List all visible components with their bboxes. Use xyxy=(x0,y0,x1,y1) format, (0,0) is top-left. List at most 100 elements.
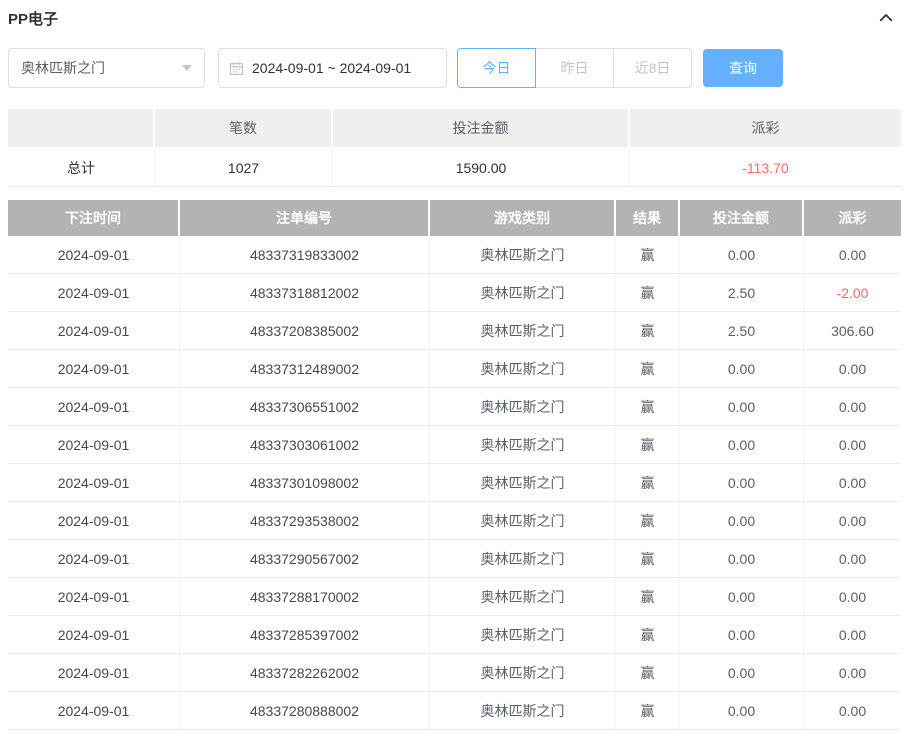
summary-table: 笔数 投注金额 派彩 总计 1027 1590.00 -113.70 xyxy=(8,109,901,187)
bet-amount: 0.00 xyxy=(680,616,804,654)
order-number: 48337318812002 xyxy=(180,274,430,312)
bet-date: 2024-09-01 xyxy=(8,540,180,578)
game-category: 奥林匹斯之门 xyxy=(430,540,616,578)
bet-date: 2024-09-01 xyxy=(8,350,180,388)
order-number: 48337208385002 xyxy=(180,312,430,350)
game-category: 奥林匹斯之门 xyxy=(430,426,616,464)
table-row: 2024-09-01 48337301098002 奥林匹斯之门赢 0.00 0.00 xyxy=(8,464,901,502)
quick-range-group: 今日 昨日 近8日 xyxy=(457,48,692,88)
bet-table-body: 2024-09-01 48337319833002 奥林匹斯之门赢 0.00 0.00 2… xyxy=(8,236,901,730)
game-select[interactable]: 奥林匹斯之门 xyxy=(8,48,205,88)
order-number: 48337306551002 xyxy=(180,388,430,426)
bet-amount: 0.00 xyxy=(680,692,804,730)
bet-date: 2024-09-01 xyxy=(8,654,180,692)
bet-amount: 2.50 xyxy=(680,312,804,350)
order-number: 48337303061002 xyxy=(180,426,430,464)
result: 赢 xyxy=(616,654,680,692)
bet-date: 2024-09-01 xyxy=(8,616,180,654)
result: 赢 xyxy=(616,236,680,274)
pp-games-panel: PP电子 奥林匹斯之门 2024-09-01 ~ 2024-09-01 今日 昨… xyxy=(0,0,909,730)
order-number: 48337282262002 xyxy=(180,654,430,692)
quick-button-last-8-days[interactable]: 近8日 xyxy=(613,48,692,88)
bet-amount: 0.00 xyxy=(680,464,804,502)
bet-amount: 0.00 xyxy=(680,236,804,274)
calendar-icon xyxy=(229,61,244,75)
result: 赢 xyxy=(616,464,680,502)
summary-header-payout: 派彩 xyxy=(630,109,901,149)
summary-header-row: 笔数 投注金额 派彩 xyxy=(8,109,901,149)
game-category: 奥林匹斯之门 xyxy=(430,578,616,616)
table-row: 2024-09-01 48337280888002 奥林匹斯之门赢 0.00 0.00 xyxy=(8,692,901,730)
order-number: 48337293538002 xyxy=(180,502,430,540)
bet-amount: 0.00 xyxy=(680,350,804,388)
quick-button-yesterday[interactable]: 昨日 xyxy=(535,48,614,88)
order-number: 48337319833002 xyxy=(180,236,430,274)
game-category: 奥林匹斯之门 xyxy=(430,616,616,654)
date-range-value: 2024-09-01 ~ 2024-09-01 xyxy=(252,60,412,76)
game-select-value: 奥林匹斯之门 xyxy=(21,60,105,76)
quick-button-today[interactable]: 今日 xyxy=(457,48,536,88)
summary-total-bet-amount: 1590.00 xyxy=(333,149,630,187)
bet-table-header-row: 下注时间 注单编号 游戏类别 结果 投注金额 派彩 xyxy=(8,200,901,236)
game-category: 奥林匹斯之门 xyxy=(430,388,616,426)
header-bet-amount: 投注金额 xyxy=(680,200,804,236)
chevron-up-icon xyxy=(879,14,893,22)
table-row: 2024-09-01 48337312489002 奥林匹斯之门赢 0.00 0.00 xyxy=(8,350,901,388)
order-number: 48337290567002 xyxy=(180,540,430,578)
date-range-input[interactable]: 2024-09-01 ~ 2024-09-01 xyxy=(218,48,447,88)
payout: 0.00 xyxy=(804,350,901,388)
result: 赢 xyxy=(616,312,680,350)
bet-table: 下注时间 注单编号 游戏类别 结果 投注金额 派彩 2024-09-01 4833… xyxy=(8,200,901,730)
filter-bar: 奥林匹斯之门 2024-09-01 ~ 2024-09-01 今日 昨日 近8日… xyxy=(8,48,901,88)
order-number: 48337285397002 xyxy=(180,616,430,654)
table-row: 2024-09-01 48337290567002 奥林匹斯之门赢 0.00 0.00 xyxy=(8,540,901,578)
table-row: 2024-09-01 48337288170002 奥林匹斯之门赢 0.00 0.00 xyxy=(8,578,901,616)
summary-total-row: 总计 1027 1590.00 -113.70 xyxy=(8,149,901,187)
table-row: 2024-09-01 48337208385002 奥林匹斯之门赢 2.50 306.6… xyxy=(8,312,901,350)
game-category: 奥林匹斯之门 xyxy=(430,692,616,730)
header-payout: 派彩 xyxy=(804,200,901,236)
collapse-button[interactable] xyxy=(871,9,901,27)
payout: 0.00 xyxy=(804,692,901,730)
header-result: 结果 xyxy=(616,200,680,236)
game-category: 奥林匹斯之门 xyxy=(430,312,616,350)
bet-date: 2024-09-01 xyxy=(8,464,180,502)
bet-amount: 0.00 xyxy=(680,540,804,578)
bet-amount: 0.00 xyxy=(680,502,804,540)
payout: 0.00 xyxy=(804,616,901,654)
table-row: 2024-09-01 48337319833002 奥林匹斯之门赢 0.00 0.00 xyxy=(8,236,901,274)
bet-date: 2024-09-01 xyxy=(8,692,180,730)
order-number: 48337301098002 xyxy=(180,464,430,502)
summary-header-count: 笔数 xyxy=(155,109,333,149)
table-row: 2024-09-01 48337306551002 奥林匹斯之门赢 0.00 0.00 xyxy=(8,388,901,426)
game-category: 奥林匹斯之门 xyxy=(430,464,616,502)
bet-amount: 2.50 xyxy=(680,274,804,312)
summary-total-label: 总计 xyxy=(8,149,155,187)
payout: 0.00 xyxy=(804,578,901,616)
result: 赢 xyxy=(616,616,680,654)
result: 赢 xyxy=(616,502,680,540)
bet-date: 2024-09-01 xyxy=(8,236,180,274)
search-button[interactable]: 查询 xyxy=(703,49,783,87)
payout: 0.00 xyxy=(804,236,901,274)
game-category: 奥林匹斯之门 xyxy=(430,654,616,692)
payout: 0.00 xyxy=(804,540,901,578)
payout: 0.00 xyxy=(804,388,901,426)
game-category: 奥林匹斯之门 xyxy=(430,274,616,312)
payout: 0.00 xyxy=(804,502,901,540)
bet-date: 2024-09-01 xyxy=(8,388,180,426)
bet-date: 2024-09-01 xyxy=(8,502,180,540)
bet-date: 2024-09-01 xyxy=(8,426,180,464)
game-category: 奥林匹斯之门 xyxy=(430,502,616,540)
bet-date: 2024-09-01 xyxy=(8,578,180,616)
bet-amount: 0.00 xyxy=(680,388,804,426)
payout: -2.00 xyxy=(804,274,901,312)
bet-amount: 0.00 xyxy=(680,578,804,616)
order-number: 48337288170002 xyxy=(180,578,430,616)
payout: 0.00 xyxy=(804,426,901,464)
result: 赢 xyxy=(616,578,680,616)
panel-header: PP电子 xyxy=(8,0,901,28)
result: 赢 xyxy=(616,426,680,464)
game-category: 奥林匹斯之门 xyxy=(430,350,616,388)
result: 赢 xyxy=(616,692,680,730)
